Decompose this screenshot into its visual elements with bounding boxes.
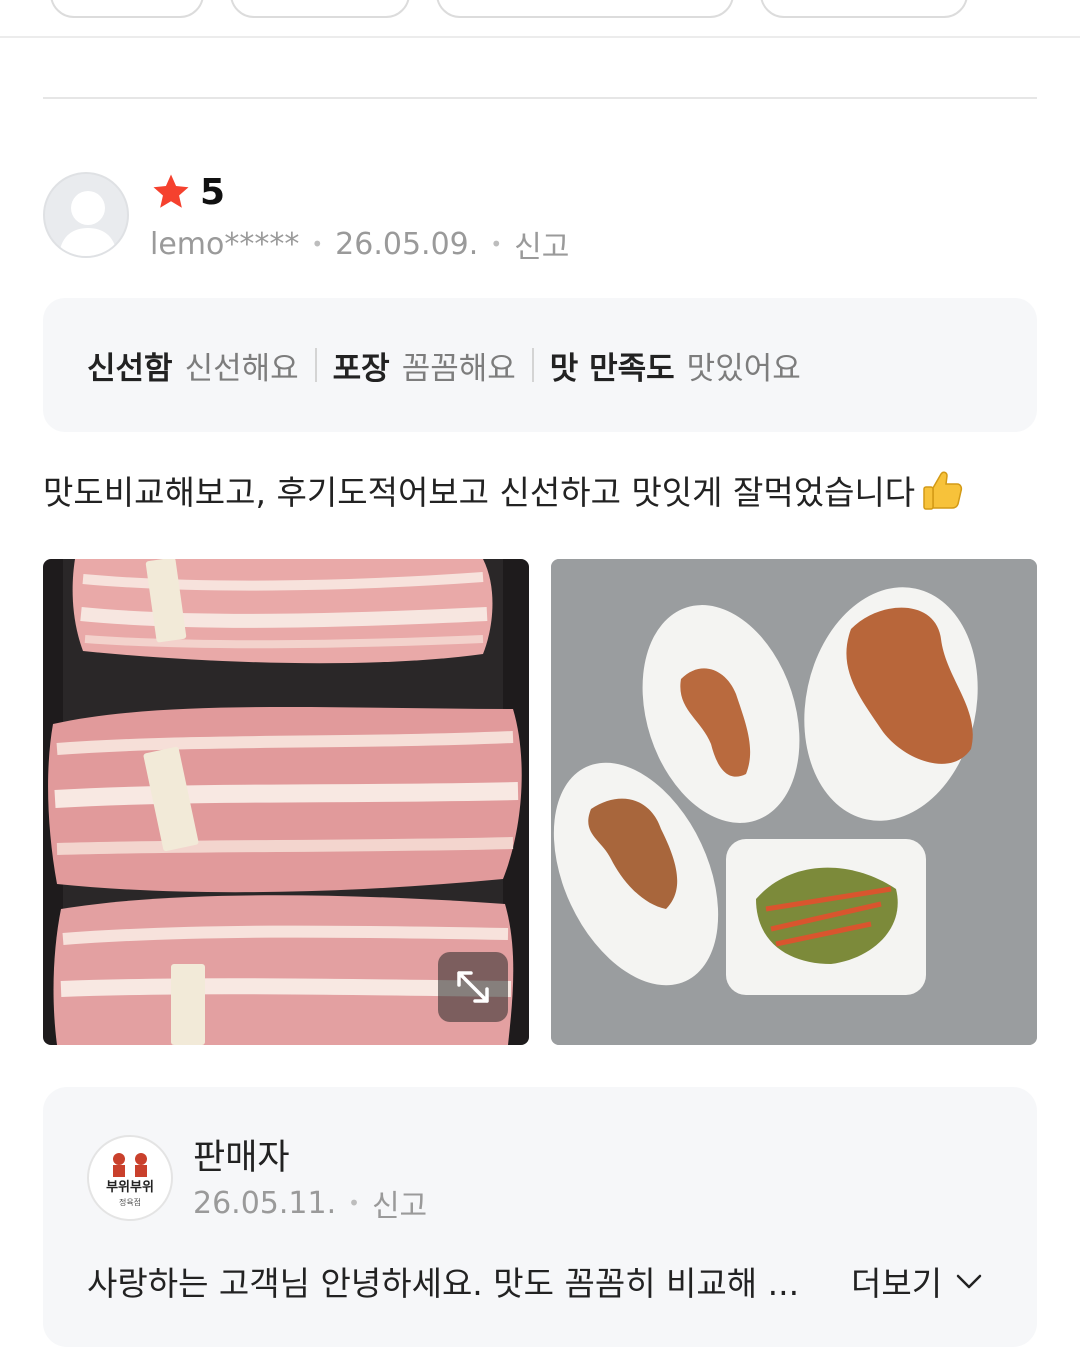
- tag-key-packaging: 포장: [332, 350, 390, 387]
- person-icon: [59, 191, 117, 256]
- star-icon: [153, 174, 189, 208]
- thumbs-up-icon: [923, 471, 963, 510]
- review-rating: 5: [150, 168, 225, 216]
- chevron-down-icon: [956, 1274, 982, 1289]
- seller-logo-image: 부위부위 정육점: [106, 1153, 154, 1207]
- filter-chip[interactable]: [436, 0, 734, 18]
- seller-logo-text: 부위부위: [106, 1180, 154, 1195]
- meta-separator: •: [311, 232, 324, 256]
- tag-separator: [531, 348, 534, 382]
- review-text: 맛도비교해보고, 후기도적어보고 신선하고 맛잇게 잘먹었습니다: [43, 473, 916, 512]
- more-button[interactable]: 더보기: [851, 1257, 984, 1305]
- meta-separator: •: [490, 232, 503, 256]
- review-photo[interactable]: [551, 559, 1037, 1045]
- filter-chip[interactable]: [230, 0, 410, 18]
- review-body: 맛도비교해보고, 후기도적어보고 신선하고 맛잇게 잘먹었습니다: [43, 462, 967, 518]
- filter-chip[interactable]: [50, 0, 204, 18]
- seller-meta: 26.05.11. • 신고: [193, 1181, 427, 1225]
- review-photo[interactable]: [43, 559, 529, 1045]
- review-meta: lemo***** • 26.05.09. • 신고: [150, 222, 569, 266]
- seller-reply-card: 부위부위 정육점 판매자 26.05.11. • 신고 사랑하는 고객님 안녕하…: [43, 1087, 1037, 1347]
- expand-photo-button[interactable]: [438, 952, 508, 1022]
- expand-icon: [457, 971, 489, 1003]
- report-link[interactable]: 신고: [514, 222, 569, 266]
- tag-value-packaging: 꼼꼼해요: [401, 350, 516, 387]
- seller-report-link[interactable]: 신고: [372, 1181, 427, 1225]
- review-attribute-tags: 신선함 신선해요 포장 꼼꼼해요 맛 만족도 맛있어요: [43, 298, 1037, 432]
- seller-logo-subtext: 정육점: [119, 1197, 141, 1207]
- seller-logo: 부위부위 정육점: [87, 1135, 173, 1221]
- seller-reply-preview: 사랑하는 고객님 안녕하세요. 맛도 꼼꼼히 비교해 ...: [87, 1264, 800, 1303]
- user-avatar: [43, 172, 129, 258]
- more-label: 더보기: [851, 1264, 943, 1303]
- cooked-dishes-image: [551, 559, 1037, 1045]
- seller-name: 판매자: [193, 1138, 290, 1178]
- tag-value-taste: 맛있어요: [686, 350, 801, 387]
- review-date: 26.05.09.: [335, 226, 479, 262]
- tag-separator: [314, 348, 317, 382]
- filter-chip[interactable]: [760, 0, 968, 18]
- tag-value-freshness: 신선해요: [184, 350, 299, 387]
- filter-chip-row: [0, 0, 1080, 38]
- section-divider: [43, 97, 1037, 99]
- seller-reply-date: 26.05.11.: [193, 1185, 337, 1221]
- tag-key-taste: 맛 만족도: [549, 350, 675, 387]
- review-author: lemo*****: [150, 226, 300, 262]
- tag-key-freshness: 신선함: [87, 350, 173, 387]
- meta-separator: •: [348, 1191, 360, 1215]
- rating-value: 5: [200, 171, 226, 213]
